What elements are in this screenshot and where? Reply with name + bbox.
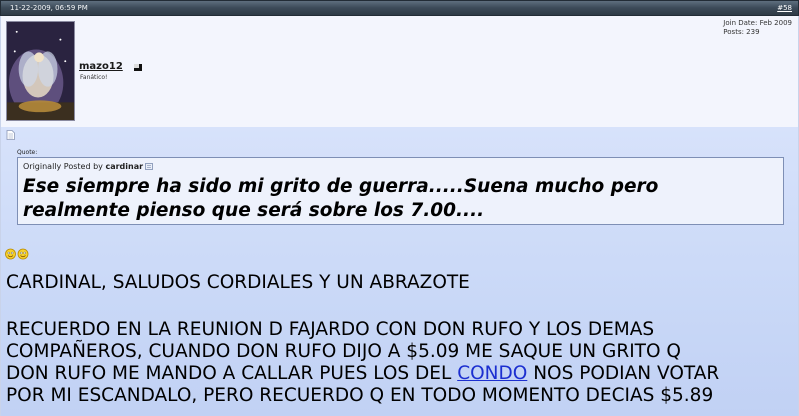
quote-box: Originally Posted by cardinar Ese siempr… [17,157,784,225]
online-status-icon [134,64,142,71]
post-header: 11-22-2009, 06:59 PM #58 [0,0,799,16]
post-date: 11-22-2009, 06:59 PM [10,4,88,12]
username-link[interactable]: mazo12 [79,61,123,72]
message-body: RECUERDO EN LA REUNION D FAJARDO CON DON… [6,319,799,407]
user-info-panel: mazo12 Fanático! Join Date: Feb 2009 Pos… [0,16,799,127]
quote-author: cardinar [105,162,144,171]
message-line: POR MI ESCANDALO, PERO RECUERDO Q EN TOD… [6,385,714,406]
message-line: COMPAÑEROS, CUANDO DON RUFO DIJO A $5.09… [6,341,681,362]
view-post-icon[interactable] [145,163,153,170]
post-message: Quote: Originally Posted by cardinar Ese… [0,127,799,416]
message-line: RECUERDO EN LA REUNION D FAJARDO CON DON… [6,319,655,340]
message-line-text: NOS PODIAN VOTAR [527,363,720,384]
user-stats: Join Date: Feb 2009 Posts: 239 [723,19,792,37]
quote-text: Ese siempre ha sido mi grito de guerra..… [23,175,763,223]
message-line: DON RUFO ME MANDO A CALLAR PUES LOS DEL … [6,363,799,385]
quote-origin-prefix: Originally Posted by [23,162,106,171]
message-line-text: DON RUFO ME MANDO A CALLAR PUES LOS DEL [6,363,458,384]
quote-label: Quote: [17,149,38,156]
post-number-link[interactable]: #58 [777,4,792,12]
avatar[interactable] [6,21,75,121]
message-greeting: CARDINAL, SALUDOS CORDIALES Y UN ABRAZOT… [6,272,470,293]
document-icon [6,130,15,140]
user-title: Fanático! [80,74,108,81]
quote-origin: Originally Posted by cardinar [23,162,153,171]
avatar-image [7,22,74,120]
join-date: Join Date: Feb 2009 [723,19,792,27]
quote-text-line: Ese siempre ha sido mi grito de guerra..… [23,176,659,197]
quote-text-line: realmente pienso que será sobre los 7.00… [23,200,485,221]
smiley-icon [5,248,29,260]
condo-link[interactable]: CONDO [457,363,527,384]
post-count: Posts: 239 [723,28,760,36]
